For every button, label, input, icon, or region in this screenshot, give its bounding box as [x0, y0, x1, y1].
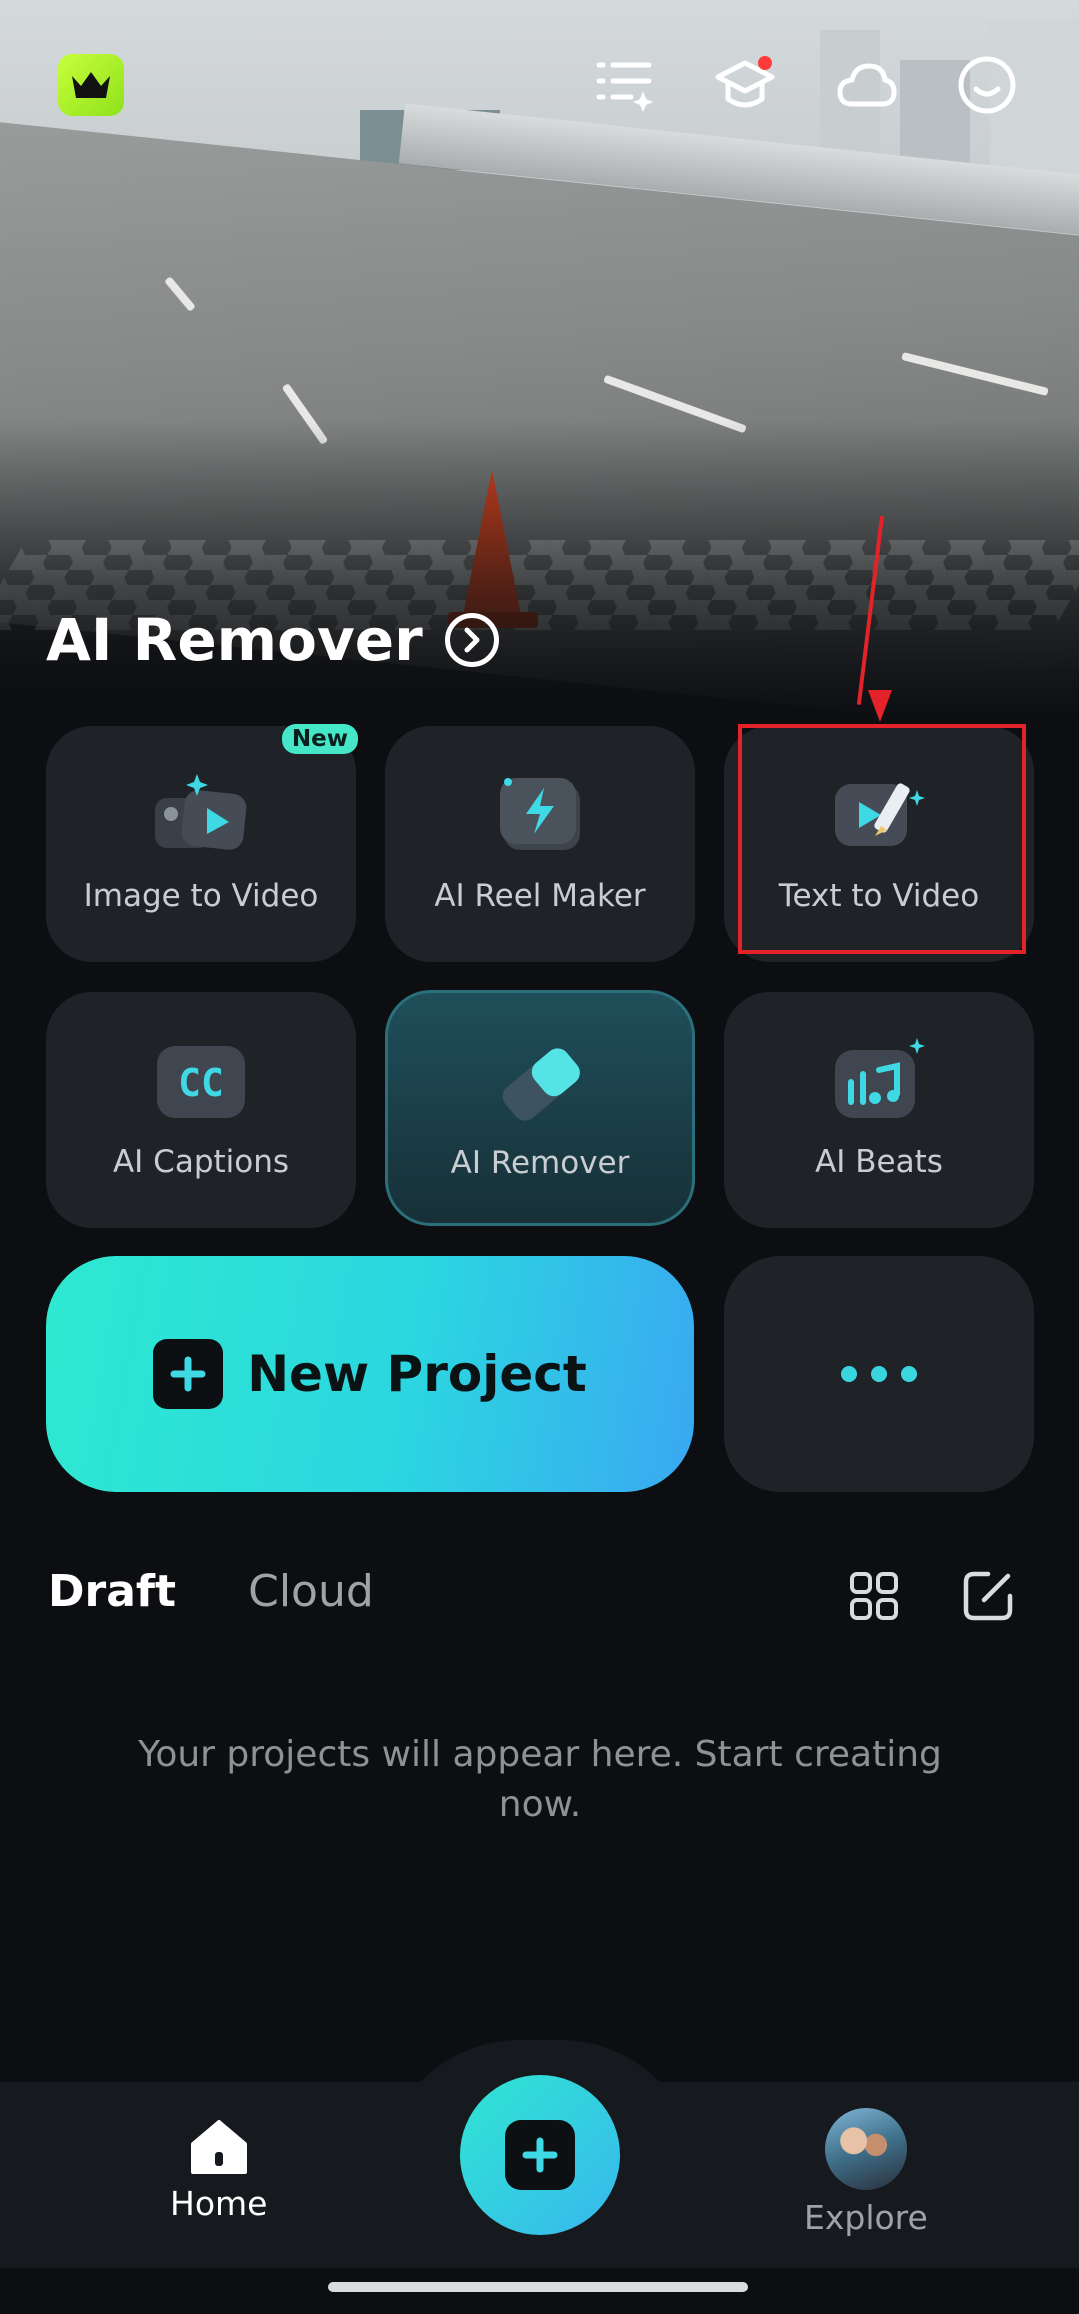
- new-badge: New: [281, 724, 358, 754]
- tile-ai-beats[interactable]: AI Beats: [724, 992, 1034, 1228]
- edit-projects-button[interactable]: [960, 1568, 1016, 1624]
- nav-explore[interactable]: Explore: [804, 2108, 928, 2237]
- tile-ai-reel-maker[interactable]: AI Reel Maker: [385, 726, 695, 962]
- highlight-box: [738, 724, 1026, 954]
- more-dots-icon: [841, 1366, 857, 1382]
- more-dots-icon: [901, 1366, 917, 1382]
- tile-ai-captions[interactable]: CC AI Captions: [46, 992, 356, 1228]
- annotation-arrow-head: [868, 690, 892, 722]
- nav-explore-label: Explore: [804, 2198, 928, 2237]
- smiley-icon: [958, 56, 1016, 114]
- task-list-button[interactable]: [592, 52, 658, 118]
- grid-icon: [850, 1572, 898, 1620]
- empty-state-message: Your projects will appear here. Start cr…: [138, 1734, 942, 1825]
- grid-view-button[interactable]: [846, 1568, 902, 1624]
- explore-avatar: [824, 2108, 907, 2190]
- tile-image-to-video[interactable]: New Image to Video: [46, 724, 358, 962]
- nav-home-label: Home: [170, 2184, 268, 2223]
- lightning-icon: [490, 768, 590, 864]
- cloud-button[interactable]: [834, 52, 900, 118]
- new-project-label: New Project: [247, 1345, 587, 1403]
- plus-icon: [505, 2120, 575, 2190]
- list-sparkle-icon: [596, 62, 653, 112]
- cloud-icon: [837, 63, 897, 107]
- svg-text:CC: CC: [178, 1061, 224, 1105]
- chevron-right-circle-icon: [444, 613, 499, 667]
- project-tabs: Draft Cloud: [48, 1566, 374, 1617]
- hero-title-link[interactable]: AI Remover: [46, 600, 499, 680]
- eraser-icon: [490, 1035, 590, 1131]
- tab-cloud[interactable]: Cloud: [248, 1566, 374, 1617]
- notification-dot: [758, 56, 772, 70]
- music-beats-icon: [829, 1034, 929, 1130]
- tile-label: AI Remover: [450, 1145, 630, 1181]
- tutorial-button[interactable]: [712, 52, 778, 118]
- create-fab-button[interactable]: [460, 2075, 620, 2235]
- image-to-video-icon: [151, 768, 251, 864]
- new-project-button[interactable]: New Project: [46, 1256, 694, 1492]
- tile-ai-remover[interactable]: AI Remover: [385, 990, 695, 1226]
- nav-home[interactable]: Home: [170, 2118, 267, 2223]
- profile-button[interactable]: [954, 52, 1020, 118]
- more-dots-icon: [871, 1366, 887, 1382]
- hero-title: AI Remover: [46, 606, 423, 674]
- tab-draft[interactable]: Draft: [48, 1566, 176, 1617]
- tile-label: Image to Video: [83, 878, 319, 914]
- home-indicator[interactable]: [328, 2282, 748, 2292]
- more-tools-button[interactable]: [724, 1256, 1034, 1492]
- plus-icon: [153, 1339, 224, 1409]
- tile-label: AI Beats: [815, 1144, 943, 1180]
- edit-icon: [963, 1571, 1013, 1621]
- cc-icon: CC: [151, 1034, 251, 1130]
- tile-label: AI Captions: [112, 1144, 290, 1180]
- tile-label: AI Reel Maker: [434, 878, 646, 914]
- premium-crown-button[interactable]: [58, 54, 124, 116]
- crown-icon: [72, 72, 110, 98]
- home-icon: [190, 2120, 247, 2174]
